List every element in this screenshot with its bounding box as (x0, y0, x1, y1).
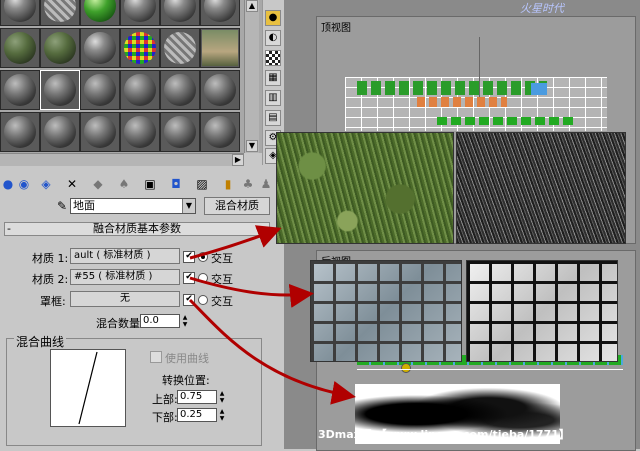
arrow-mask (188, 298, 356, 405)
arrow-material1 (189, 225, 282, 260)
annotation-arrows (188, 225, 356, 405)
watermark-text: 3Dmax吧 【www.lineeg.com/tieba/1771】 (318, 428, 570, 441)
arrow-material2 (189, 276, 314, 308)
